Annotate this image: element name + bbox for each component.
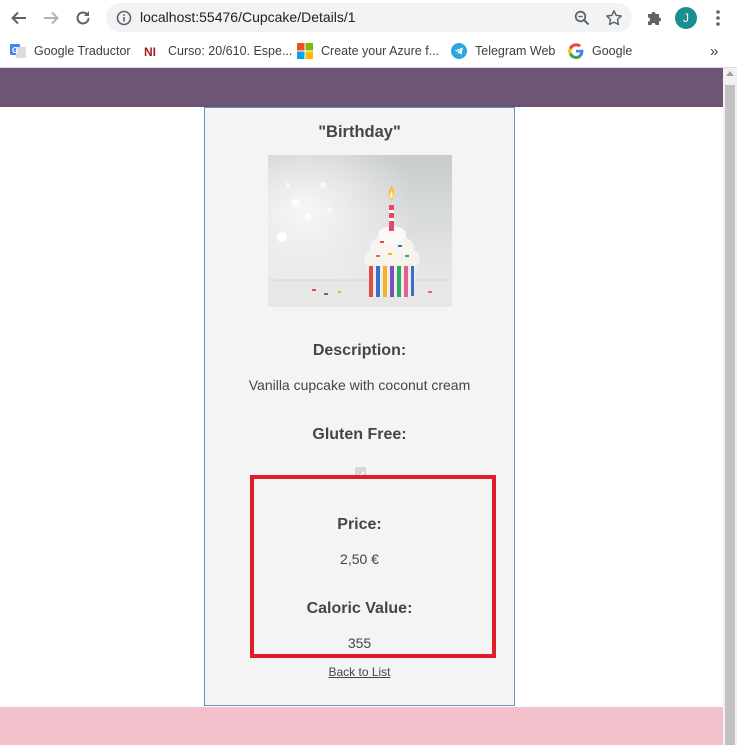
menu-kebab-icon[interactable] — [706, 6, 730, 30]
google-translate-icon: G — [10, 43, 26, 59]
bookmark-google-translate[interactable]: G Google Traductor — [10, 41, 131, 61]
back-arrow-icon[interactable] — [7, 6, 31, 30]
gluten-free-label: Gluten Free: — [312, 426, 407, 443]
google-icon — [568, 43, 584, 59]
profile-avatar[interactable]: J — [674, 6, 698, 30]
bookmark-azure[interactable]: Create your Azure f... — [297, 41, 439, 61]
back-to-list-link[interactable]: Back to List — [205, 665, 514, 679]
microsoft-icon — [297, 43, 313, 59]
bookmark-label: Google Traductor — [34, 44, 131, 58]
reload-icon[interactable] — [71, 6, 95, 30]
cupcake-image — [268, 155, 452, 307]
ni-icon: NI — [144, 43, 160, 59]
bookmark-label: Curso: 20/610. Espe... — [168, 44, 293, 58]
scrollbar-thumb[interactable] — [725, 85, 735, 745]
url-text[interactable]: localhost:55476/Cupcake/Details/1 — [140, 9, 356, 25]
annotation-highlight-box — [250, 475, 496, 658]
telegram-icon — [451, 43, 467, 59]
avatar-initial: J — [683, 11, 689, 25]
bookmark-curso[interactable]: NI Curso: 20/610. Espe... — [144, 41, 292, 61]
bookmark-google[interactable]: Google — [568, 41, 632, 61]
extensions-icon[interactable] — [642, 6, 666, 30]
browser-toolbar: localhost:55476/Cupcake/Details/1 J — [0, 0, 737, 36]
forward-arrow-icon[interactable] — [39, 6, 63, 30]
bookmark-label: Telegram Web — [475, 44, 556, 58]
description-value: Vanilla cupcake with coconut cream — [248, 377, 471, 393]
address-bar[interactable]: localhost:55476/Cupcake/Details/1 — [106, 3, 632, 32]
bookmarks-bar: G Google Traductor NI Curso: 20/610. Esp… — [0, 36, 737, 68]
cupcake-name: "Birthday" — [318, 123, 401, 141]
svg-text:G: G — [12, 46, 18, 55]
more-bookmarks-button[interactable]: » — [710, 41, 718, 61]
svg-text:NI: NI — [144, 45, 156, 59]
more-bookmarks-label: » — [710, 42, 719, 60]
bookmark-label: Google — [592, 44, 633, 58]
site-footer — [0, 707, 723, 745]
bookmark-star-icon[interactable] — [604, 8, 624, 28]
zoom-icon[interactable] — [572, 8, 592, 28]
scroll-up-arrow-icon[interactable] — [726, 71, 734, 76]
description-label: Description: — [312, 342, 407, 359]
bookmark-label: Create your Azure f... — [321, 44, 440, 58]
info-icon[interactable] — [114, 8, 134, 28]
bookmark-telegram[interactable]: Telegram Web — [451, 41, 555, 61]
site-header — [0, 68, 723, 107]
